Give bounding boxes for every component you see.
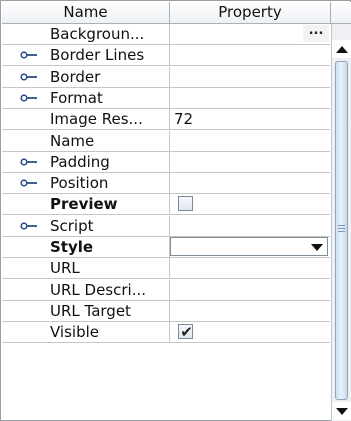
property-label: Position: [50, 174, 109, 192]
property-name-cell[interactable]: URL: [2, 258, 170, 278]
key-expand-icon[interactable]: [20, 73, 40, 81]
key-expand-icon[interactable]: [20, 158, 40, 166]
property-value-cell[interactable]: ✔: [170, 322, 330, 342]
property-name-cell[interactable]: Script: [2, 216, 170, 236]
key-expand-icon[interactable]: [20, 94, 40, 102]
property-value-text: 72: [174, 110, 194, 128]
property-value-cell[interactable]: [170, 88, 330, 108]
property-label: Padding: [50, 153, 110, 171]
property-value-cell[interactable]: [170, 301, 330, 321]
property-value-cell[interactable]: [170, 45, 330, 65]
property-row[interactable]: URL: [2, 258, 330, 279]
thumb-grip-line: [338, 231, 345, 232]
property-value-cell[interactable]: [170, 131, 330, 151]
property-name-cell[interactable]: Style: [2, 237, 170, 257]
property-name-cell[interactable]: Padding: [2, 152, 170, 172]
property-row[interactable]: Format: [2, 88, 330, 109]
key-expand-icon[interactable]: [20, 179, 40, 187]
thumb-grip-line: [338, 228, 345, 229]
scrollbar-thumb[interactable]: [335, 61, 348, 400]
property-row[interactable]: Preview: [2, 194, 330, 215]
style-combobox[interactable]: [170, 237, 328, 256]
property-label: URL Descri...: [50, 281, 147, 299]
property-value-cell[interactable]: [170, 67, 330, 87]
property-value-cell[interactable]: ...: [170, 24, 330, 44]
property-name-cell[interactable]: Name: [2, 131, 170, 151]
ellipsis-button[interactable]: ...: [303, 24, 329, 42]
dropdown-arrow-icon[interactable]: [311, 244, 323, 251]
property-row[interactable]: Padding: [2, 152, 330, 173]
property-name-cell[interactable]: Backgroun...: [2, 24, 170, 44]
property-label: Preview: [50, 195, 118, 213]
property-name-cell[interactable]: Preview: [2, 194, 170, 214]
property-label: Style: [50, 238, 94, 256]
header-corner: [331, 2, 351, 23]
property-label: Name: [50, 132, 95, 150]
vertical-scrollbar[interactable]: [331, 24, 351, 421]
property-row[interactable]: Backgroun......: [2, 24, 330, 45]
property-value-cell[interactable]: [170, 216, 330, 236]
property-row[interactable]: Border: [2, 67, 330, 88]
property-row[interactable]: Position: [2, 173, 330, 194]
property-label: Visible: [50, 323, 99, 341]
property-row[interactable]: Image Res... 72: [2, 109, 330, 130]
property-name-cell[interactable]: Border: [2, 67, 170, 87]
property-label: Format: [50, 89, 103, 107]
property-value-cell[interactable]: [170, 258, 330, 278]
property-label: Backgroun...: [50, 25, 145, 43]
thumb-grip-line: [338, 225, 345, 226]
property-label: URL Target: [50, 302, 131, 320]
property-value-cell[interactable]: [170, 152, 330, 172]
scroll-up-button[interactable]: [332, 40, 351, 58]
checkmark-icon: ✔: [180, 323, 193, 341]
property-name-cell[interactable]: URL Descri...: [2, 280, 170, 300]
property-label: URL: [50, 259, 80, 277]
property-sheet: Name Property Backgroun...... Border Line…: [0, 0, 351, 421]
checkbox[interactable]: ✔: [178, 323, 193, 341]
key-expand-icon[interactable]: [20, 222, 40, 230]
property-name-cell[interactable]: Border Lines: [2, 45, 170, 65]
property-row[interactable]: URL Descri...: [2, 280, 330, 301]
property-label: Border: [50, 68, 101, 86]
scroll-down-arrow-icon: [336, 408, 348, 415]
column-header-name[interactable]: Name: [2, 2, 170, 23]
property-row[interactable]: URL Target: [2, 301, 330, 322]
property-value-cell[interactable]: 72: [170, 109, 330, 129]
property-label: Script: [50, 217, 94, 235]
property-name-cell[interactable]: Visible: [2, 322, 170, 342]
scroll-up-arrow-icon: [336, 46, 348, 53]
key-expand-icon[interactable]: [20, 51, 40, 59]
property-row[interactable]: Style: [2, 237, 330, 258]
property-label: Border Lines: [50, 46, 145, 64]
property-value-cell[interactable]: [170, 237, 330, 257]
property-grid: Backgroun...... Border Lines Border Format I…: [2, 24, 330, 421]
property-row[interactable]: Name: [2, 131, 330, 152]
property-row[interactable]: Visible ✔: [2, 322, 330, 343]
scroll-down-button[interactable]: [332, 402, 351, 420]
checkbox[interactable]: [178, 196, 193, 211]
property-name-cell[interactable]: Position: [2, 173, 170, 193]
property-name-cell[interactable]: Image Res...: [2, 109, 170, 129]
property-name-cell[interactable]: Format: [2, 88, 170, 108]
property-label: Image Res...: [50, 110, 143, 128]
property-value-cell[interactable]: [170, 194, 330, 214]
property-name-cell[interactable]: URL Target: [2, 301, 170, 321]
property-row[interactable]: Border Lines: [2, 45, 330, 66]
property-row[interactable]: Script: [2, 216, 330, 237]
property-value-cell[interactable]: [170, 280, 330, 300]
column-header-property[interactable]: Property: [170, 2, 331, 23]
property-value-cell[interactable]: [170, 173, 330, 193]
table-header: Name Property: [2, 2, 351, 24]
